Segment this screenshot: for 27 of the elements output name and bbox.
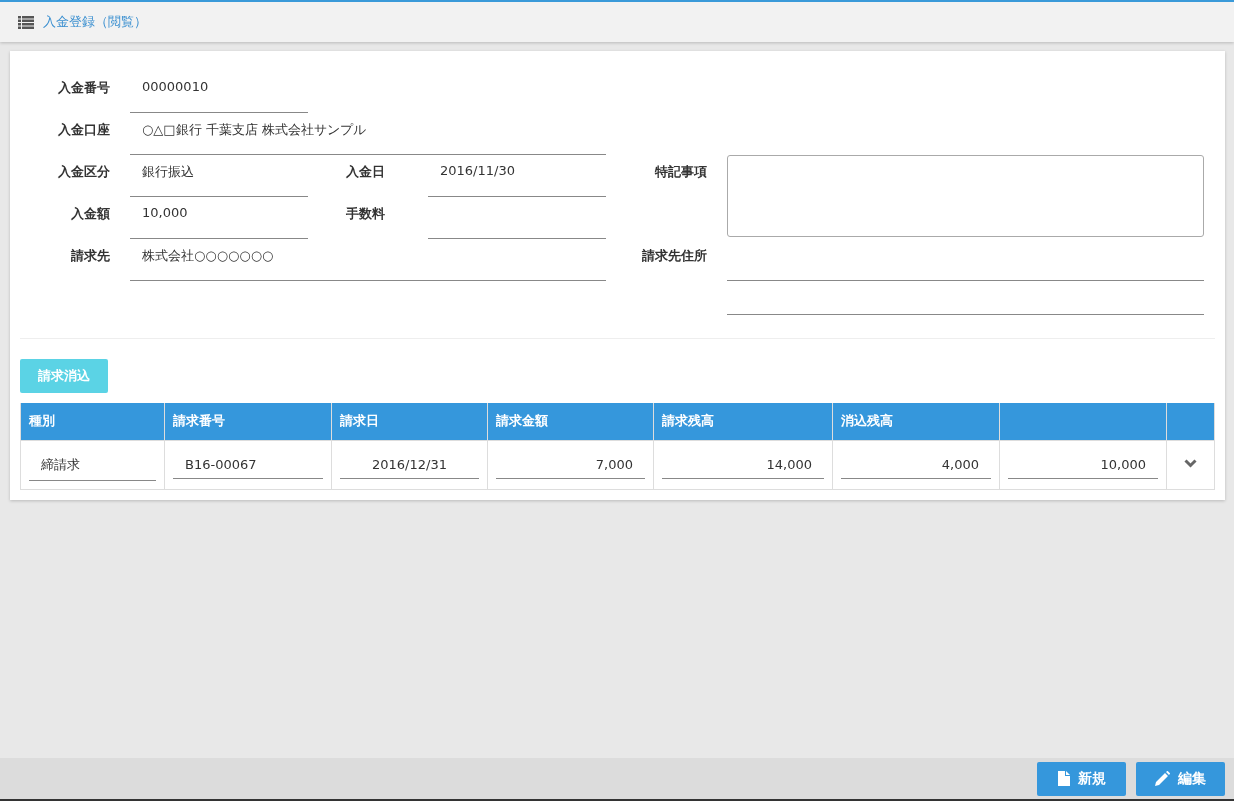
column-header: 種別 (20, 403, 165, 440)
field-label: 入金口座 (57, 121, 110, 139)
field-label: 入金額 (70, 205, 110, 223)
column-header: 請求金額 (487, 403, 654, 440)
list-icon (18, 15, 34, 29)
pencil-icon (1155, 771, 1170, 786)
chevron-down-icon[interactable] (1184, 459, 1197, 468)
field-label: 入金日 (345, 163, 386, 181)
document-icon (1057, 771, 1070, 786)
field-label: 入金区分 (57, 163, 110, 181)
text-area[interactable] (727, 155, 1204, 237)
field-label: 請求先 (70, 247, 110, 265)
input-field[interactable]: ○△□銀行 千葉支店 株式会社サンプル (130, 113, 606, 155)
column-header: 請求番号 (164, 403, 332, 440)
field-label: 特記事項 (654, 163, 707, 181)
input-field[interactable]: 株式会社○○○○○○○ (130, 239, 606, 281)
page-title: 入金登録（閲覧） (43, 13, 147, 31)
field-label: 請求先住所 (641, 247, 707, 265)
column-header: 消込残高 (832, 403, 1000, 440)
input-field[interactable]: 10,000 (130, 197, 308, 239)
field-label: 入金番号 (57, 79, 110, 97)
input-field[interactable]: 00000010 (130, 71, 308, 113)
input-field[interactable]: 銀行振込 (130, 155, 308, 197)
column-header: 請求残高 (653, 403, 833, 440)
field-label: 手数料 (345, 205, 386, 223)
input-field[interactable]: 2016/11/30 (428, 155, 606, 197)
column-header: 請求日 (331, 403, 488, 440)
